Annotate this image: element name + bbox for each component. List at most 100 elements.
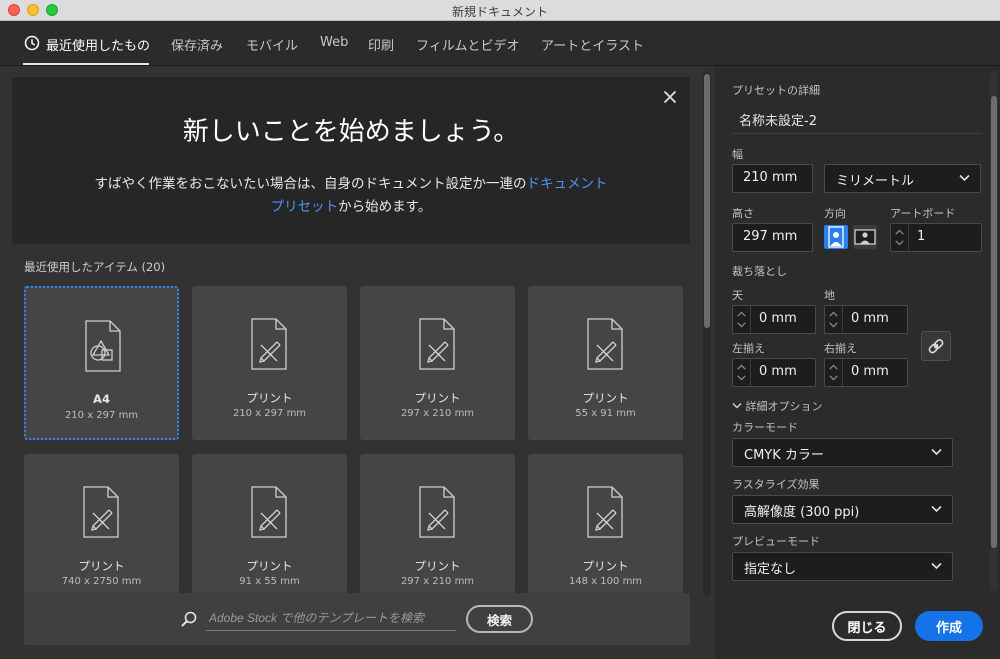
window-title: 新規ドキュメント xyxy=(451,5,548,19)
tab-saved[interactable]: 保存済み xyxy=(171,35,223,54)
pencil-doc-icon xyxy=(419,486,455,538)
recent-item-card[interactable]: A4 210 x 297 mm xyxy=(24,286,179,440)
preview-mode-label: プレビューモード xyxy=(732,535,820,548)
presets-area: 新しいことを始めましょう。 すばやく作業をおこないたい場合は、自身のドキュメント… xyxy=(0,66,714,659)
height-field[interactable]: 297 mm xyxy=(732,223,813,252)
color-mode-select[interactable]: CMYK カラー xyxy=(732,438,953,467)
recent-item-name: プリント xyxy=(78,559,125,573)
create-button[interactable]: 作成 xyxy=(915,611,983,641)
portrait-orientation-icon[interactable] xyxy=(824,225,848,249)
orientation-label: 方向 xyxy=(824,207,846,220)
bleed-left-stepper[interactable]: 0 mm xyxy=(732,358,816,387)
recent-item-size: 91 x 55 mm xyxy=(239,576,300,587)
tab-art-illustration[interactable]: アートとイラスト xyxy=(541,35,644,54)
bleed-bottom-label: 地 xyxy=(824,289,835,302)
close-button[interactable]: 閉じる xyxy=(832,611,902,641)
chevron-down-icon xyxy=(931,505,942,513)
color-mode-value: CMYK カラー xyxy=(744,448,824,463)
recent-item-name: プリント xyxy=(246,559,293,573)
recent-item-card[interactable]: プリント 297 x 210 mm xyxy=(360,454,515,594)
tab-print[interactable]: 印刷 xyxy=(368,35,394,54)
preview-mode-select[interactable]: 指定なし xyxy=(732,552,953,581)
advanced-options-toggle[interactable]: 詳細オプション xyxy=(732,398,823,414)
bleed-right-label: 右揃え xyxy=(824,342,857,355)
presets-scrollbar-thumb[interactable] xyxy=(704,74,710,328)
advanced-options-label: 詳細オプション xyxy=(745,400,823,413)
recent-item-card[interactable]: プリント 297 x 210 mm xyxy=(360,286,515,440)
preset-details-panel: プリセットの詳細 名称未設定-2 幅 210 mm ミリメートル 高さ 297 … xyxy=(714,66,1000,659)
bleed-bottom-stepper[interactable]: 0 mm xyxy=(824,305,908,334)
recent-item-card[interactable]: プリント 740 x 2750 mm xyxy=(24,454,179,594)
title-bar: 新規ドキュメント xyxy=(0,0,1000,21)
width-field[interactable]: 210 mm xyxy=(732,164,813,193)
recent-item-card[interactable]: プリント 55 x 91 mm xyxy=(528,286,683,440)
bleed-label: 裁ち落とし xyxy=(732,265,787,278)
artboard-label: アートボード xyxy=(890,207,956,220)
bleed-left-value: 0 mm xyxy=(759,364,797,379)
unit-select[interactable]: ミリメートル xyxy=(824,164,981,193)
bleed-top-label: 天 xyxy=(732,289,743,302)
tab-web[interactable]: Web xyxy=(320,35,348,50)
chevron-down-icon xyxy=(931,562,942,570)
recent-item-name: プリント xyxy=(582,559,629,573)
welcome-title: 新しいことを始めましょう。 xyxy=(182,117,520,147)
clock-icon xyxy=(24,35,40,51)
preview-mode-value: 指定なし xyxy=(744,562,797,577)
bleed-right-value: 0 mm xyxy=(851,364,889,379)
stock-search-bar: 検索 xyxy=(24,593,690,645)
raster-effects-select[interactable]: 高解像度 (300 ppi) xyxy=(732,495,953,524)
stepper-arrows-icon[interactable] xyxy=(733,359,751,386)
recent-item-name: A4 xyxy=(93,392,110,406)
stepper-arrows-icon[interactable] xyxy=(891,224,909,251)
bleed-left-label: 左揃え xyxy=(732,342,765,355)
stepper-arrows-icon[interactable] xyxy=(825,306,843,333)
recent-item-size: 210 x 297 mm xyxy=(232,408,307,419)
document-name-field[interactable]: 名称未設定-2 xyxy=(732,106,982,134)
raster-effects-value: 高解像度 (300 ppi) xyxy=(744,505,860,520)
recent-item-name: プリント xyxy=(246,391,293,405)
stepper-arrows-icon[interactable] xyxy=(733,306,751,333)
artboard-count-stepper[interactable]: 1 xyxy=(890,223,982,252)
tab-recent[interactable]: 最近使用したもの xyxy=(46,35,150,54)
recent-item-size: 297 x 210 mm xyxy=(400,408,475,419)
recent-item-size: 210 x 297 mm xyxy=(64,410,139,421)
recent-item-card[interactable]: プリント 91 x 55 mm xyxy=(192,454,347,594)
pencil-doc-icon xyxy=(587,486,623,538)
shapes-doc-icon xyxy=(85,320,121,372)
search-icon xyxy=(181,611,197,627)
chevron-down-icon xyxy=(959,174,970,182)
raster-effects-label: ラスタライズ効果 xyxy=(732,478,820,491)
recent-item-size: 55 x 91 mm xyxy=(575,408,636,419)
stock-search-input[interactable] xyxy=(206,605,456,631)
height-label: 高さ xyxy=(732,207,754,220)
landscape-orientation-icon[interactable] xyxy=(853,225,877,249)
bleed-top-value: 0 mm xyxy=(759,311,797,326)
width-label: 幅 xyxy=(732,148,743,161)
details-scrollbar-thumb[interactable] xyxy=(991,96,997,548)
recent-item-card[interactable]: プリント 210 x 297 mm xyxy=(192,286,347,440)
welcome-text-before: すばやく作業をおこないたい場合は、自身のドキュメント設定か一連の xyxy=(94,176,527,192)
pencil-doc-icon xyxy=(251,486,287,538)
search-button[interactable]: 検索 xyxy=(466,605,533,633)
recent-item-card[interactable]: プリント 148 x 100 mm xyxy=(528,454,683,594)
pencil-doc-icon xyxy=(419,318,455,370)
pencil-doc-icon xyxy=(83,486,119,538)
bleed-right-stepper[interactable]: 0 mm xyxy=(824,358,908,387)
chevron-down-icon xyxy=(931,448,942,456)
unit-select-value: ミリメートル xyxy=(836,174,915,189)
link-bleed-button[interactable] xyxy=(921,331,951,361)
tab-mobile[interactable]: モバイル xyxy=(246,35,298,54)
color-mode-label: カラーモード xyxy=(732,421,798,434)
close-icon[interactable] xyxy=(662,89,678,105)
bleed-top-stepper[interactable]: 0 mm xyxy=(732,305,816,334)
recent-items-heading: 最近使用したアイテム (20) xyxy=(24,260,166,274)
category-tabs: 最近使用したもの 保存済み モバイル Web 印刷 フィルムとビデオ アートとイ… xyxy=(0,21,1000,66)
stepper-arrows-icon[interactable] xyxy=(825,359,843,386)
welcome-text: すばやく作業をおこないたい場合は、自身のドキュメント設定か一連のドキュメントプリ… xyxy=(92,173,610,219)
recent-item-name: プリント xyxy=(582,391,629,405)
artboard-count-value: 1 xyxy=(917,229,926,244)
chain-link-icon xyxy=(928,339,944,354)
pencil-doc-icon xyxy=(587,318,623,370)
welcome-banner: 新しいことを始めましょう。 すばやく作業をおこないたい場合は、自身のドキュメント… xyxy=(12,77,690,244)
tab-film-video[interactable]: フィルムとビデオ xyxy=(416,35,519,54)
